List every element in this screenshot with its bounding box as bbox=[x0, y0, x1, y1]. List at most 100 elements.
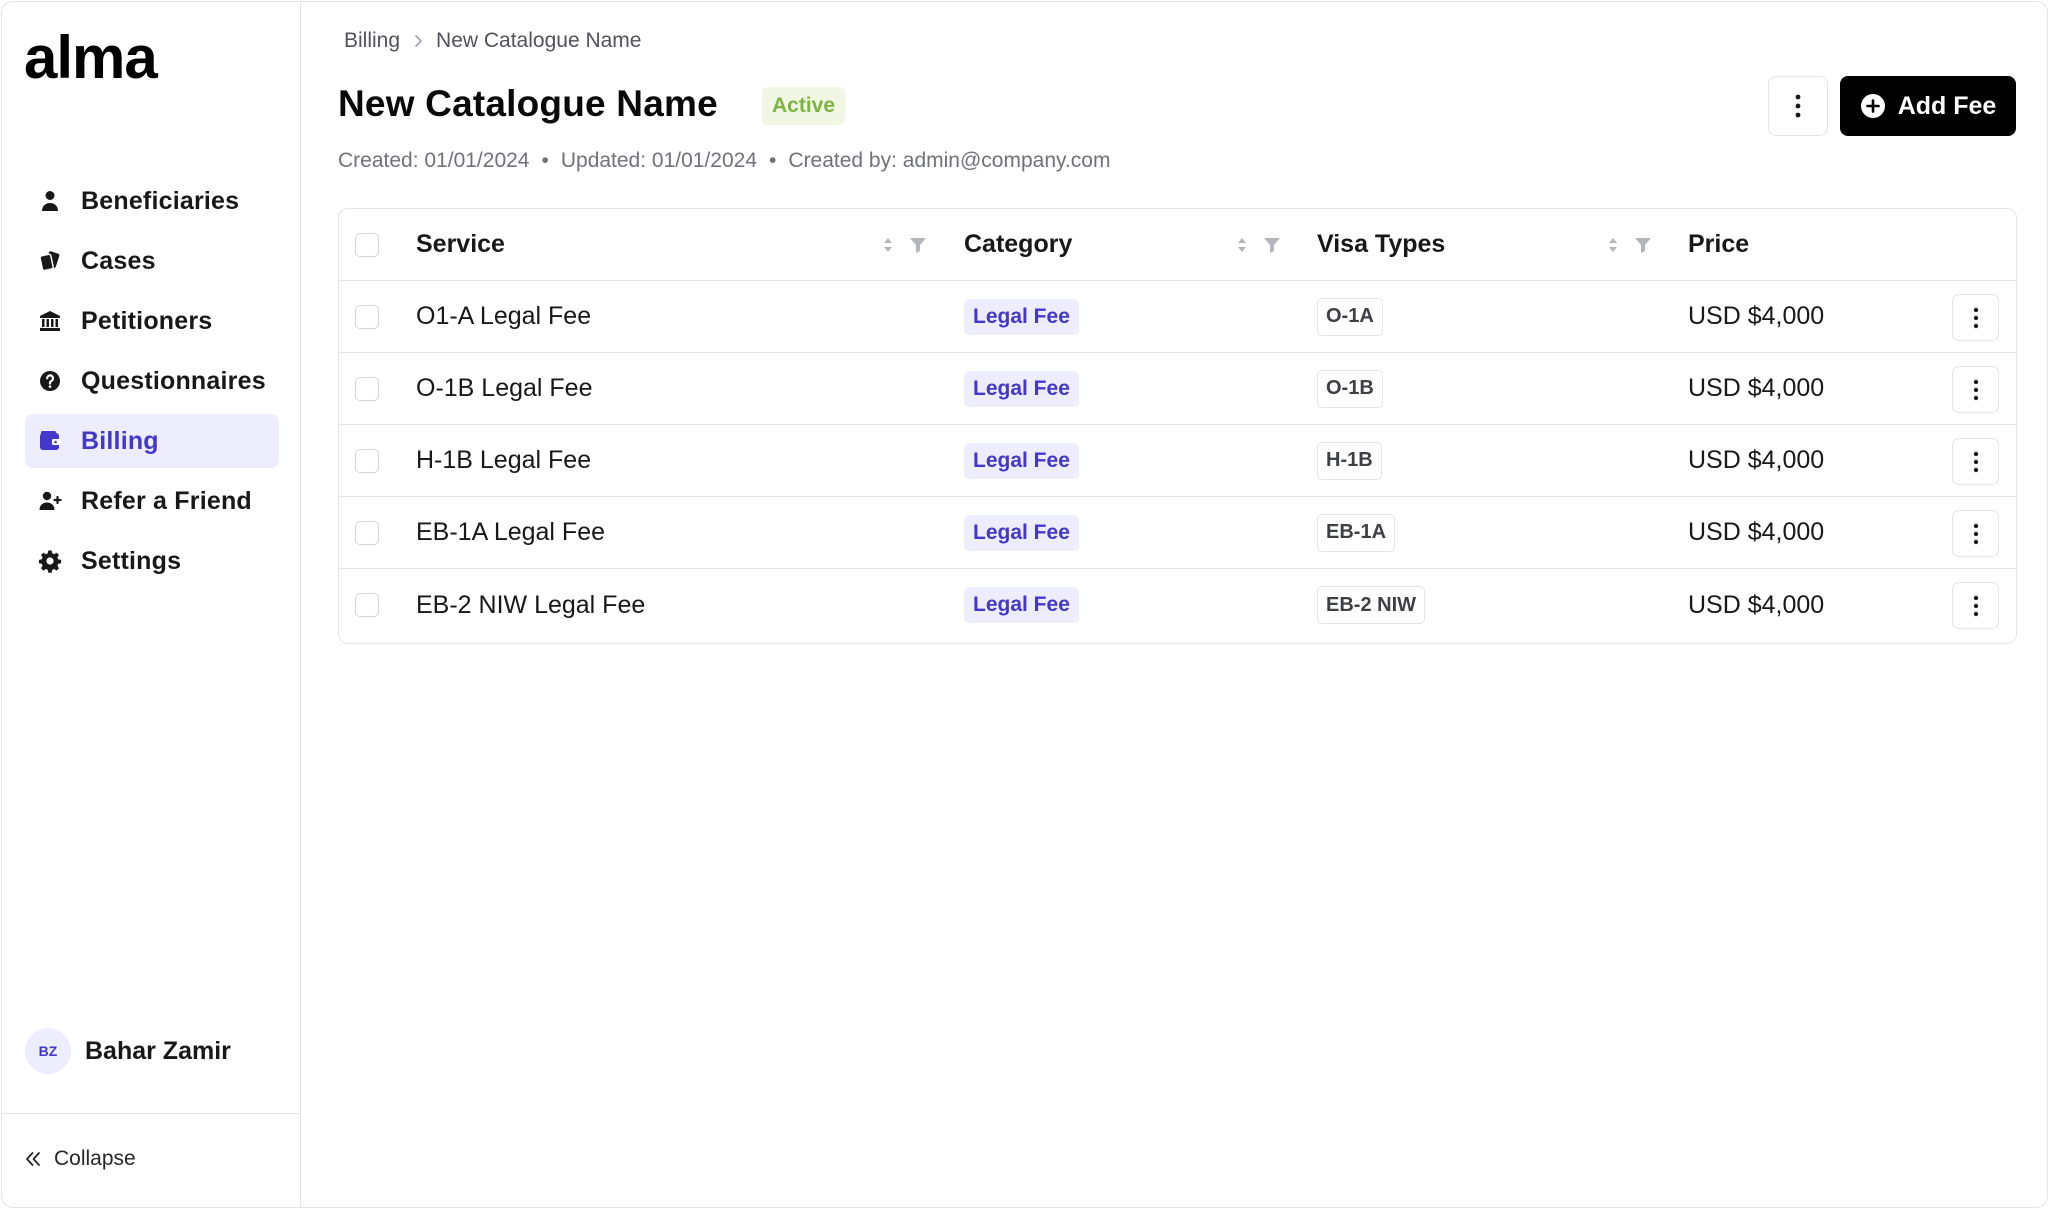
page-title: New Catalogue Name bbox=[338, 83, 718, 124]
more-options-button[interactable] bbox=[1768, 76, 1828, 136]
user-plus-icon bbox=[37, 488, 63, 514]
separator-dot: • bbox=[769, 149, 777, 172]
fees-table: Service Category Visa Types Price O1-A L… bbox=[338, 208, 2017, 644]
created-by: Created by: admin@company.com bbox=[788, 149, 1111, 172]
more-vertical-icon bbox=[1795, 94, 1801, 118]
table-header-row: Service Category Visa Types Price bbox=[339, 209, 2016, 281]
alma-logo[interactable]: alma bbox=[24, 24, 174, 91]
question-circle-icon bbox=[37, 368, 63, 394]
divider bbox=[2, 1113, 301, 1114]
sort-icon[interactable] bbox=[1606, 236, 1620, 254]
cases-icon bbox=[37, 248, 63, 274]
more-vertical-icon bbox=[1973, 451, 1978, 472]
visa-type-tag: EB-2 NIW bbox=[1317, 586, 1425, 624]
app-window: alma Beneficiaries Cases Petitioners Que… bbox=[1, 1, 2048, 1208]
sidebar-item-petitioners[interactable]: Petitioners bbox=[25, 294, 279, 348]
sidebar-item-label: Settings bbox=[81, 546, 182, 575]
sidebar-nav: Beneficiaries Cases Petitioners Question… bbox=[25, 174, 279, 594]
separator-dot: • bbox=[541, 149, 549, 172]
chevron-right-icon bbox=[412, 34, 424, 48]
row-checkbox[interactable] bbox=[355, 593, 379, 617]
filter-icon[interactable] bbox=[1634, 236, 1652, 254]
row-checkbox[interactable] bbox=[355, 304, 379, 329]
sidebar-item-billing[interactable]: Billing bbox=[25, 414, 279, 468]
breadcrumb-link-billing[interactable]: Billing bbox=[344, 29, 400, 53]
row-checkbox[interactable] bbox=[355, 520, 379, 545]
created-date: Created: 01/01/2024 bbox=[338, 149, 530, 172]
table-row: O1-A Legal Fee Legal Fee O-1A USD $4,000 bbox=[339, 281, 2016, 353]
sidebar-item-settings[interactable]: Settings bbox=[25, 534, 279, 588]
sidebar-item-label: Questionnaires bbox=[81, 366, 266, 395]
breadcrumb-current: New Catalogue Name bbox=[436, 29, 642, 52]
column-header-service[interactable]: Service bbox=[416, 209, 505, 280]
row-actions-button[interactable] bbox=[1952, 366, 1999, 413]
sort-icon[interactable] bbox=[1235, 236, 1249, 254]
service-cell: EB-1A Legal Fee bbox=[416, 518, 606, 546]
sidebar-item-cases[interactable]: Cases bbox=[25, 234, 279, 288]
column-header-price: Price bbox=[1688, 230, 1750, 258]
more-vertical-icon bbox=[1973, 523, 1978, 544]
sidebar-item-label: Refer a Friend bbox=[81, 486, 252, 515]
visa-type-tag: H-1B bbox=[1317, 441, 1382, 480]
wallet-icon bbox=[37, 428, 63, 454]
category-badge: Legal Fee bbox=[964, 298, 1079, 335]
visa-type-tag: EB-1A bbox=[1317, 513, 1396, 552]
sidebar-item-beneficiaries[interactable]: Beneficiaries bbox=[25, 174, 279, 228]
table-row: EB-2 NIW Legal Fee Legal Fee EB-2 NIW US… bbox=[339, 569, 2016, 641]
collapse-button[interactable]: Collapse bbox=[24, 1147, 136, 1171]
sidebar-item-label: Cases bbox=[81, 246, 156, 275]
alma-logo-mark: alma bbox=[24, 24, 159, 91]
table-row: EB-1A Legal Fee Legal Fee EB-1A USD $4,0… bbox=[339, 497, 2016, 569]
more-vertical-icon bbox=[1973, 379, 1978, 400]
category-badge: Legal Fee bbox=[964, 587, 1079, 623]
visa-types-column-tools bbox=[1606, 209, 1652, 280]
sort-icon[interactable] bbox=[881, 236, 895, 254]
sidebar-item-label: Beneficiaries bbox=[81, 186, 240, 215]
more-vertical-icon bbox=[1973, 595, 1978, 616]
category-column-tools bbox=[1235, 209, 1281, 280]
row-actions-button[interactable] bbox=[1952, 510, 1999, 557]
svg-text:alma: alma bbox=[24, 28, 158, 88]
add-fee-button[interactable]: Add Fee bbox=[1840, 76, 2016, 136]
table-row: H-1B Legal Fee Legal Fee H-1B USD $4,000 bbox=[339, 425, 2016, 497]
row-checkbox[interactable] bbox=[355, 376, 379, 401]
filter-icon[interactable] bbox=[909, 236, 927, 254]
sidebar-item-label: Billing bbox=[81, 426, 159, 455]
service-cell: EB-2 NIW Legal Fee bbox=[416, 590, 646, 619]
chevrons-left-icon bbox=[26, 1152, 40, 1166]
main-content: Billing New Catalogue Name New Catalogue… bbox=[302, 2, 2047, 1207]
row-checkbox[interactable] bbox=[355, 448, 379, 473]
price-cell: USD $4,000 bbox=[1688, 590, 1825, 619]
status-badge: Active bbox=[762, 87, 846, 125]
collapse-label: Collapse bbox=[54, 1147, 136, 1170]
service-cell: O-1B Legal Fee bbox=[416, 374, 593, 402]
gear-icon bbox=[37, 548, 63, 574]
price-cell: USD $4,000 bbox=[1688, 518, 1825, 546]
visa-type-tag: O-1A bbox=[1317, 297, 1383, 336]
sidebar-item-questionnaires[interactable]: Questionnaires bbox=[25, 354, 279, 408]
user-profile[interactable]: BZ Bahar Zamir bbox=[25, 1028, 231, 1074]
sidebar-item-refer-a-friend[interactable]: Refer a Friend bbox=[25, 474, 279, 528]
more-vertical-icon bbox=[1973, 307, 1978, 328]
filter-icon[interactable] bbox=[1263, 236, 1281, 254]
user-name: Bahar Zamir bbox=[85, 1036, 231, 1065]
row-actions-button[interactable] bbox=[1952, 438, 1999, 485]
bank-icon bbox=[37, 308, 63, 334]
category-badge: Legal Fee bbox=[964, 370, 1079, 407]
category-badge: Legal Fee bbox=[964, 442, 1079, 479]
catalogue-meta: Created: 01/01/2024 • Updated: 01/01/202… bbox=[338, 149, 1110, 173]
select-all-checkbox[interactable] bbox=[355, 232, 379, 257]
price-cell: USD $4,000 bbox=[1688, 374, 1825, 402]
table-row: O-1B Legal Fee Legal Fee O-1B USD $4,000 bbox=[339, 353, 2016, 425]
sidebar: alma Beneficiaries Cases Petitioners Que… bbox=[2, 2, 301, 1207]
column-header-category[interactable]: Category bbox=[964, 209, 1072, 280]
add-fee-label: Add Fee bbox=[1897, 91, 1997, 120]
column-header-visa-types[interactable]: Visa Types bbox=[1317, 209, 1445, 280]
visa-type-tag: O-1B bbox=[1317, 369, 1383, 408]
row-actions-button[interactable] bbox=[1952, 294, 1999, 341]
price-cell: USD $4,000 bbox=[1688, 302, 1825, 330]
category-badge: Legal Fee bbox=[964, 514, 1079, 551]
person-icon bbox=[37, 188, 63, 214]
sidebar-item-label: Petitioners bbox=[81, 306, 213, 335]
row-actions-button[interactable] bbox=[1952, 582, 1999, 629]
